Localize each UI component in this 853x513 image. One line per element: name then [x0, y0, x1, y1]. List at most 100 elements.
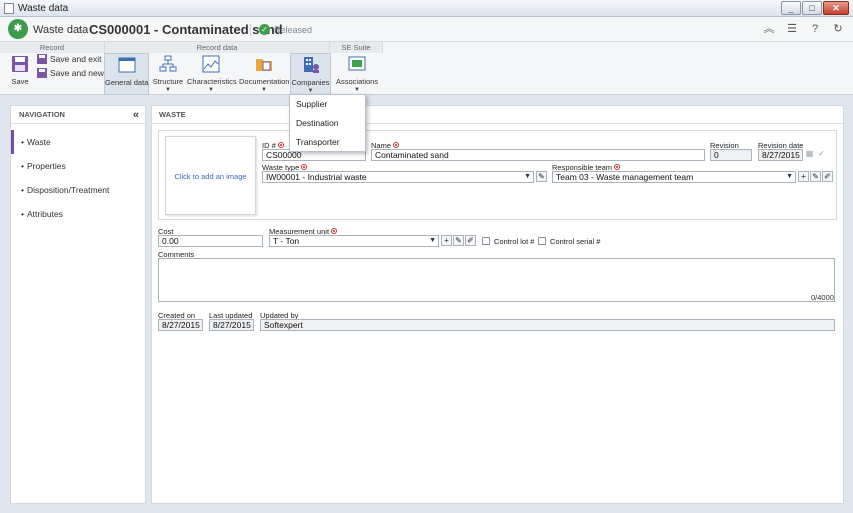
associations-icon: [348, 56, 366, 71]
collapse-left-icon[interactable]: «: [133, 106, 139, 124]
bullet-icon: •: [21, 209, 24, 219]
waste-type-select[interactable]: IW00001 - Industrial waste ▼: [262, 171, 534, 183]
maximize-button[interactable]: □: [802, 1, 822, 15]
nav-item-waste[interactable]: • Waste: [11, 130, 145, 154]
associations-button[interactable]: Associations ▼: [336, 53, 378, 95]
structure-button[interactable]: Structure ▼: [151, 53, 185, 95]
softexpert-logo-icon: ✱: [8, 19, 28, 39]
control-lot-checkbox[interactable]: [482, 237, 490, 245]
general-data-icon: [118, 57, 135, 73]
revision-field: 0: [710, 149, 752, 161]
navigation-title: NAVIGATION: [19, 110, 65, 119]
measurement-unit-select[interactable]: T - Ton ▼: [269, 235, 439, 247]
nav-item-properties[interactable]: • Properties: [11, 154, 145, 178]
save-button[interactable]: Save: [6, 53, 34, 95]
chevron-down-icon: ▼: [524, 173, 531, 180]
calendar-icon[interactable]: ▦: [804, 149, 815, 160]
companies-dropdown-menu: Supplier Destination Transporter: [289, 94, 366, 152]
comments-textarea[interactable]: [158, 258, 835, 302]
add-icon[interactable]: +: [441, 235, 452, 246]
window-title: Waste data: [18, 3, 69, 14]
associations-label: Associations: [336, 77, 379, 86]
window-titlebar: Waste data _ □ ✕: [0, 0, 853, 17]
required-icon: [393, 142, 400, 148]
nav-item-attributes[interactable]: • Attributes: [11, 202, 145, 226]
chart-icon: [202, 55, 220, 73]
menu-item-transporter[interactable]: Transporter: [290, 133, 365, 152]
required-icon: [614, 164, 621, 170]
companies-button[interactable]: Companies ▼: [290, 53, 331, 95]
chevron-right-icon: ›: [78, 22, 83, 37]
required-icon: [331, 228, 338, 234]
general-data-label: General data: [105, 78, 149, 87]
characteristics-label: Characteristics: [187, 77, 237, 86]
save-and-exit-label: Save and exit: [50, 54, 102, 64]
clear-icon[interactable]: ✐: [465, 235, 476, 246]
menu-item-supplier[interactable]: Supplier: [290, 95, 365, 114]
ribbon-group-record: Record: [0, 42, 105, 53]
responsible-team-select[interactable]: Team 03 - Waste management team ▼: [552, 171, 796, 183]
main-panel: WASTE Click to add an image ID # CS00000…: [151, 105, 844, 504]
list-icon[interactable]: ☰: [785, 22, 799, 36]
close-button[interactable]: ✕: [823, 1, 849, 15]
menu-item-destination[interactable]: Destination: [290, 114, 365, 133]
clear-icon[interactable]: ✐: [822, 171, 833, 182]
image-upload-area[interactable]: Click to add an image: [165, 136, 256, 215]
bullet-icon: •: [21, 185, 24, 195]
nav-item-label: Attributes: [27, 209, 63, 219]
save-and-new-label: Save and new: [50, 68, 104, 78]
chevron-down-icon: ▼: [354, 87, 360, 93]
chevron-down-icon: ▼: [165, 87, 171, 93]
control-serial-checkbox[interactable]: [538, 237, 546, 245]
control-lot-label: Control lot #: [494, 237, 535, 246]
check-icon[interactable]: ✓: [816, 149, 827, 160]
record-title: CS000001 - Contaminated sand: [89, 22, 283, 37]
save-exit-icon: [37, 54, 47, 64]
documentation-button[interactable]: Documentation ▼: [239, 53, 289, 95]
header-actions: ︽ ☰ ? ↻: [762, 22, 845, 36]
save-new-icon: [37, 68, 47, 78]
required-icon: [301, 164, 308, 170]
save-and-new-button[interactable]: Save and new: [37, 68, 104, 80]
comments-counter: 0/4000: [811, 293, 834, 302]
general-data-button[interactable]: General data: [104, 53, 149, 95]
chevron-down-icon: ▼: [429, 237, 436, 244]
bullet-icon: •: [21, 137, 24, 147]
folder-icon: [256, 59, 272, 71]
characteristics-button[interactable]: Characteristics ▼: [187, 53, 237, 95]
control-serial-label: Control serial #: [550, 237, 601, 246]
record-header: ✱ Waste data › CS000001 - Contaminated s…: [0, 17, 853, 42]
nav-item-disposition-treatment[interactable]: • Disposition/Treatment: [11, 178, 145, 202]
documentation-label: Documentation: [239, 77, 290, 86]
edit-icon[interactable]: ✎: [810, 171, 821, 182]
navigation-header: NAVIGATION «: [11, 106, 145, 124]
last-updated-field: 8/27/2015: [209, 319, 254, 331]
add-icon[interactable]: +: [798, 171, 809, 182]
minimize-button[interactable]: _: [781, 1, 801, 15]
companies-icon: [303, 57, 319, 73]
companies-label: Companies: [291, 78, 330, 87]
collapse-up-icon[interactable]: ︽: [762, 22, 776, 36]
name-field[interactable]: Contaminated sand: [371, 149, 705, 161]
ribbon-group-record-data: Record data: [105, 42, 330, 53]
released-status-icon: ✓: [259, 24, 270, 35]
chevron-down-icon: ▼: [786, 173, 793, 180]
nav-item-label: Properties: [27, 161, 66, 171]
structure-label: Structure: [152, 77, 184, 86]
status-badge: Released: [274, 25, 313, 35]
save-and-exit-button[interactable]: Save and exit: [37, 54, 102, 66]
edit-icon[interactable]: ✎: [453, 235, 464, 246]
window-controls: _ □ ✕: [781, 1, 849, 15]
cost-field[interactable]: 0.00: [158, 235, 263, 247]
panel-title: WASTE: [152, 106, 843, 124]
created-on-field: 8/27/2015: [158, 319, 203, 331]
nav-item-label: Disposition/Treatment: [27, 185, 110, 195]
help-icon[interactable]: ?: [808, 22, 822, 36]
navigation-panel: NAVIGATION « • Waste • Properties • Disposi…: [10, 105, 146, 504]
nav-item-label: Waste: [27, 137, 51, 147]
clear-icon[interactable]: ✎: [536, 171, 547, 182]
divider: [250, 24, 251, 36]
refresh-icon[interactable]: ↻: [831, 22, 845, 36]
ribbon-toolbar: Record Record data SE Suite Save Save an…: [0, 42, 853, 95]
updated-by-field: Softexpert: [260, 319, 835, 331]
